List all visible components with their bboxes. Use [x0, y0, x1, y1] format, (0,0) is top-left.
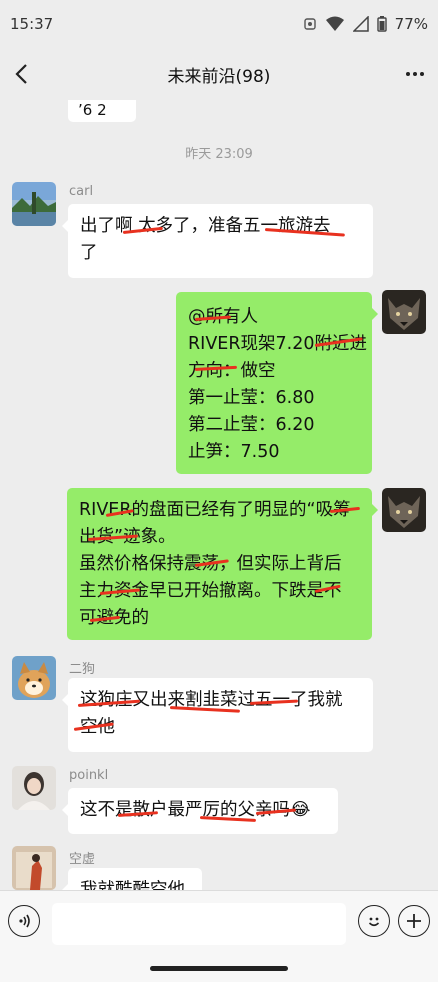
message-line: 第一止莹：6.80	[188, 388, 315, 408]
chat-title: 未来前沿(98)	[167, 66, 271, 87]
notification-icon	[303, 17, 317, 31]
message-bubble-partial[interactable]: ’6 2	[68, 100, 136, 122]
smiley-icon	[368, 917, 380, 927]
wolf-avatar-icon	[382, 488, 426, 532]
sender-name: poinkl	[69, 768, 109, 783]
message-line: 空他	[80, 714, 361, 741]
wifi-icon	[325, 16, 345, 32]
more-actions-button[interactable]	[398, 905, 430, 937]
avatar-self[interactable]	[382, 290, 426, 334]
message-bubble[interactable]: 这不是散户最严厉的父亲吗😂	[62, 788, 338, 834]
battery-icon	[376, 16, 387, 32]
message-bubble[interactable]: 这狗庄又出来割韭菜过五一了我就 空他	[62, 678, 373, 752]
chevron-left-icon	[15, 64, 27, 84]
status-time: 15:37	[10, 15, 54, 33]
time-separator: 昨天 23:09	[185, 147, 253, 162]
sender-name: 二狗	[69, 662, 96, 677]
avatar-carl[interactable]	[12, 182, 56, 226]
message-text: ’6 2	[78, 101, 107, 119]
message-line: 方向：做空	[188, 361, 276, 381]
wolf-avatar-icon	[382, 290, 426, 334]
message-text: 这不是散户最严厉的父亲吗	[80, 800, 290, 820]
landscape-avatar-icon	[12, 182, 56, 226]
home-bar[interactable]	[150, 966, 288, 971]
message-line: 止笋：7.50	[188, 442, 280, 462]
message-input[interactable]	[52, 903, 346, 945]
message-line: 第二止莹：6.20	[188, 415, 315, 435]
voice-icon	[19, 914, 30, 928]
more-dot-icon	[406, 72, 410, 76]
chat-header: 未来前沿(98)	[0, 48, 438, 100]
plus-icon	[407, 914, 421, 928]
emoji-button[interactable]	[358, 905, 390, 937]
avatar-self[interactable]	[382, 488, 426, 532]
status-bar: 15:37 77%	[0, 0, 438, 48]
avatar-kongxu[interactable]	[12, 846, 56, 890]
sender-name: 空虚	[69, 852, 96, 867]
home-indicator	[0, 958, 438, 982]
more-dot-icon	[413, 72, 417, 76]
message-line: 出了啊 太多了，准备五一旅游去	[80, 216, 331, 236]
message-bubble[interactable]: 我就酷酷空他	[62, 868, 202, 890]
status-icons: 77%	[303, 15, 428, 33]
message-line: 我就酷酷空他	[80, 880, 185, 890]
sender-name: carl	[69, 184, 94, 199]
person-avatar-icon	[12, 846, 56, 890]
message-bubble[interactable]: 出了啊 太多了，准备五一旅游去 了	[62, 204, 373, 278]
message-line: 可避免的	[79, 605, 360, 632]
avatar-ergou[interactable]	[12, 656, 56, 700]
message-line: 虽然价格保持震荡，但实际上背后	[79, 551, 360, 578]
voice-button[interactable]	[8, 905, 40, 937]
avatar-poinkl[interactable]	[12, 766, 56, 810]
more-button[interactable]	[402, 62, 428, 86]
person-avatar-icon	[12, 766, 56, 810]
dog-avatar-icon	[12, 656, 56, 700]
signal-icon	[352, 16, 369, 32]
message-line: 了	[80, 243, 98, 263]
more-dot-icon	[420, 72, 424, 76]
message-line: RIVER现架7.20附近进	[188, 334, 367, 354]
chat-area[interactable]: ’6 2 昨天 23:09 carl 出了啊 太多了，准备五一旅游去 了 @所有…	[0, 100, 438, 890]
battery-percent: 77%	[394, 15, 428, 33]
back-button[interactable]	[8, 60, 34, 88]
input-bar	[0, 890, 438, 958]
